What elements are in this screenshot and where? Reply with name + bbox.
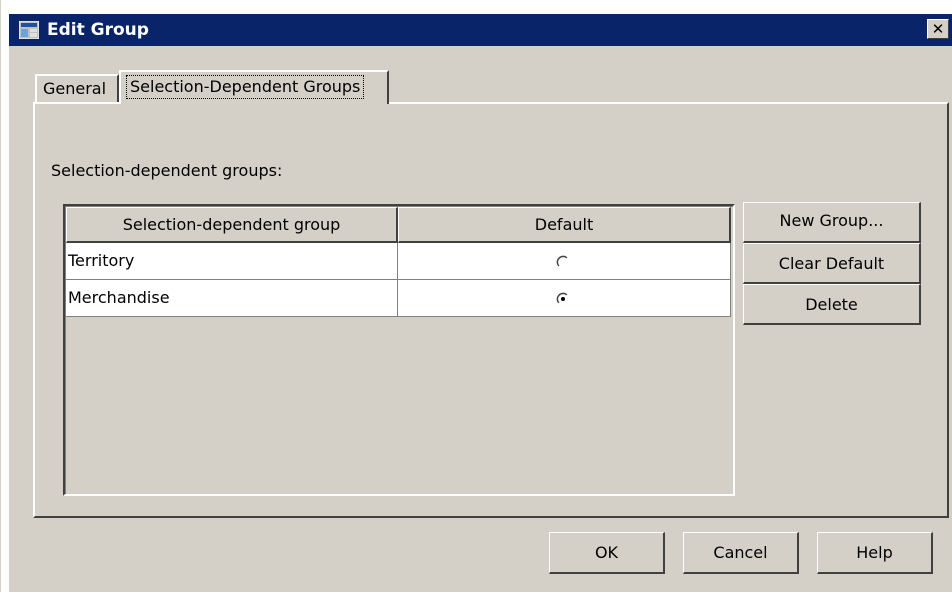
title-bar[interactable]: Edit Group ✕ bbox=[9, 14, 952, 46]
default-cell[interactable] bbox=[398, 243, 731, 280]
tab-selection-dependent-groups[interactable]: Selection-Dependent Groups bbox=[119, 70, 389, 104]
window-title: Edit Group bbox=[47, 20, 149, 40]
column-header-group[interactable]: Selection-dependent group bbox=[66, 207, 398, 243]
groups-label: Selection-dependent groups: bbox=[51, 161, 283, 180]
table-row[interactable]: Merchandise bbox=[66, 280, 731, 317]
delete-button[interactable]: Delete bbox=[743, 284, 921, 325]
close-icon: ✕ bbox=[931, 20, 945, 38]
background-left bbox=[1, 0, 9, 592]
groups-table[interactable]: Selection-dependent group Default Territ… bbox=[63, 204, 735, 496]
column-header-default[interactable]: Default bbox=[398, 207, 731, 243]
default-cell[interactable] bbox=[398, 280, 731, 317]
close-button[interactable]: ✕ bbox=[927, 19, 949, 39]
background-top bbox=[1, 0, 952, 14]
table-row[interactable]: Territory bbox=[66, 243, 731, 280]
tab-general[interactable]: General bbox=[35, 74, 119, 104]
edit-group-dialog: Edit Group ✕ General Selection-Dependent… bbox=[0, 0, 952, 592]
clear-default-button[interactable]: Clear Default bbox=[743, 243, 921, 284]
default-radio-unselected[interactable] bbox=[556, 255, 570, 269]
cancel-button[interactable]: Cancel bbox=[683, 532, 799, 574]
new-group-button[interactable]: New Group... bbox=[743, 202, 921, 243]
edit-group-app-icon bbox=[19, 21, 39, 39]
ok-button[interactable]: OK bbox=[549, 532, 665, 574]
help-button[interactable]: Help bbox=[817, 532, 933, 574]
group-name-cell[interactable]: Territory bbox=[66, 243, 398, 280]
groups-table-body: Selection-dependent group Default Territ… bbox=[65, 206, 733, 494]
tab-general-label: General bbox=[43, 79, 107, 98]
tab-selection-dependent-groups-label: Selection-Dependent Groups bbox=[125, 75, 365, 99]
group-name-cell[interactable]: Merchandise bbox=[66, 280, 398, 317]
default-radio-selected[interactable] bbox=[556, 292, 570, 306]
